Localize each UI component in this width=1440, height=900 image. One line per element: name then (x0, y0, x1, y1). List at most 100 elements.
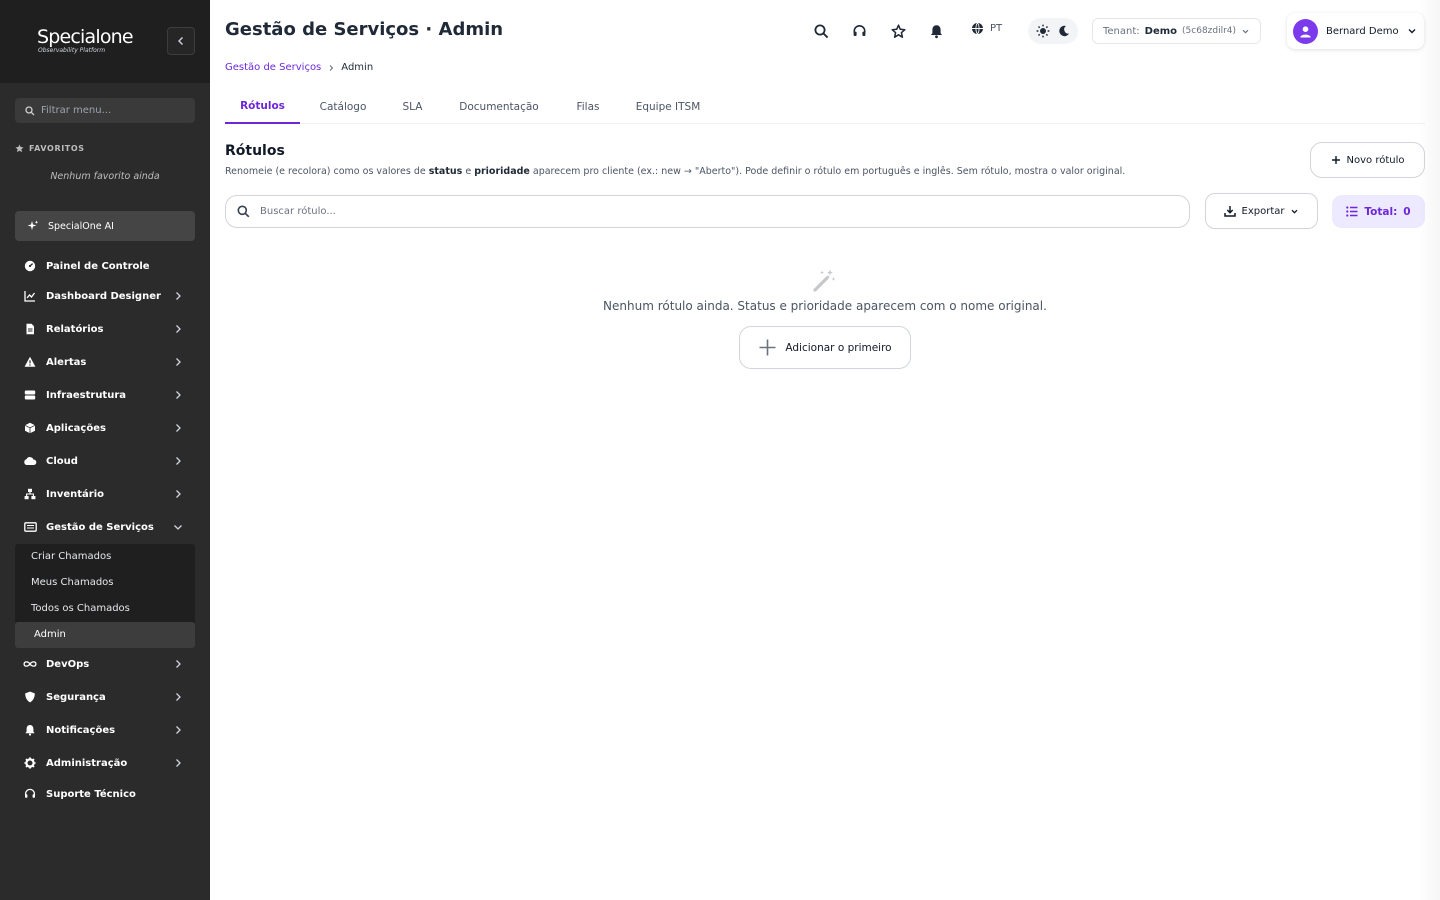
sidebar: Specialone Observability Platform FAVORI… (0, 0, 210, 900)
nav-label: Suporte Técnico (46, 788, 136, 800)
nav-item-aplicacoes[interactable]: Aplicações (15, 416, 195, 440)
favorites-title-label: FAVORITOS (29, 144, 85, 153)
nav-item-gestao-de-servicos[interactable]: Gestão de Serviços (15, 515, 195, 539)
nav-item-dashboard-designer[interactable]: Dashboard Designer (15, 284, 195, 308)
nav-label: Cloud (46, 455, 78, 467)
desc-priority: prioridade (474, 166, 530, 177)
theme-toggle[interactable] (1028, 18, 1078, 44)
tab-filas[interactable]: Filas (568, 90, 608, 124)
list-icon (1346, 206, 1358, 217)
nav-label: Administração (46, 757, 128, 769)
nav-label: Infraestrutura (46, 389, 127, 401)
server-icon (23, 388, 37, 402)
nav-item-inventario[interactable]: Inventário (15, 482, 195, 506)
tab-bar: Rótulos Catálogo SLA Documentação Filas … (225, 90, 1425, 124)
chevron-down-icon (1242, 29, 1249, 34)
chart-line-icon (23, 289, 37, 303)
nav-label: Alertas (46, 356, 87, 368)
brand-logo[interactable]: Specialone Observability Platform (37, 27, 134, 54)
tenant-id: (5c68zdilr4) (1182, 26, 1237, 36)
nav-label: Relatórios (46, 323, 104, 335)
nav-item-suporte-tecnico[interactable]: Suporte Técnico (15, 782, 195, 806)
chevron-right-icon (329, 64, 334, 71)
ai-label: SpecialOne AI (48, 220, 114, 232)
nav-label: Notificações (46, 724, 116, 736)
tab-catalogo[interactable]: Catálogo (309, 90, 377, 124)
magic-wand-icon (812, 268, 837, 297)
nav-label: Gestão de Serviços (46, 521, 154, 533)
tab-documentacao[interactable]: Documentação (450, 90, 548, 124)
submenu-item-todos-os-chamados[interactable]: Todos os Chamados (31, 603, 130, 614)
nav-item-notificacoes[interactable]: Notificações (15, 718, 195, 742)
label-search-input[interactable] (260, 206, 1160, 217)
breadcrumb-current: Admin (341, 62, 374, 73)
tab-rotulos[interactable]: Rótulos (225, 90, 300, 124)
favorites-empty-text: Nenhum favorito ainda (50, 171, 160, 182)
export-label: Exportar (1241, 205, 1285, 217)
total-count-badge: Total: 0 (1332, 195, 1425, 228)
user-menu-button[interactable]: Bernard Demo (1287, 13, 1424, 49)
nav-item-cloud[interactable]: Cloud (15, 449, 195, 473)
language-label: PT (990, 23, 1003, 34)
add-first-label-button[interactable]: Adicionar o primeiro (739, 326, 911, 369)
desc-part: e (462, 166, 475, 177)
sitemap-icon (23, 487, 37, 501)
desc-status: status (428, 166, 463, 177)
specialone-ai-button[interactable]: SpecialOne AI (15, 211, 195, 241)
collapse-sidebar-button[interactable] (167, 27, 195, 55)
chevron-right-icon (176, 759, 181, 767)
brand-tagline: Observability Platform (38, 47, 106, 54)
nav-item-infraestrutura[interactable]: Infraestrutura (15, 383, 195, 407)
search-icon[interactable] (812, 22, 830, 40)
tenant-selector[interactable]: Tenant: Demo (5c68zdilr4) (1092, 18, 1262, 44)
avatar (1293, 18, 1318, 44)
chevron-right-icon (176, 490, 181, 498)
bell-icon[interactable] (927, 22, 945, 40)
nav-item-alertas[interactable]: Alertas (15, 350, 195, 374)
chevron-right-icon (176, 358, 181, 366)
nav-item-relatorios[interactable]: Relatórios (15, 317, 195, 341)
chevron-right-icon (176, 726, 181, 734)
submenu-item-admin[interactable]: Admin (34, 629, 66, 640)
moon-icon[interactable] (1058, 25, 1070, 37)
chevron-right-icon (176, 292, 181, 300)
new-label-button[interactable]: Novo rótulo (1310, 142, 1425, 178)
headset-icon[interactable] (850, 22, 868, 40)
tab-sla[interactable]: SLA (395, 90, 430, 124)
export-button[interactable]: Exportar (1205, 193, 1318, 229)
section-description: Renomeie (e recolora) como os valores de… (225, 166, 1125, 177)
file-icon (23, 322, 37, 336)
menu-filter-input[interactable] (41, 105, 181, 116)
chevron-right-icon (176, 660, 181, 668)
breadcrumb-link-gestao[interactable]: Gestão de Serviços (225, 62, 321, 73)
star-icon[interactable] (889, 22, 907, 40)
submenu-item-meus-chamados[interactable]: Meus Chamados (31, 577, 114, 588)
globe-icon (972, 22, 983, 35)
user-icon (1300, 25, 1311, 37)
desc-part: aparecem pro cliente (ex.: new → "Aberto… (529, 166, 1126, 177)
chevron-right-icon (176, 391, 181, 399)
label-search-field[interactable] (225, 195, 1190, 228)
chevron-right-icon (176, 457, 181, 465)
chevron-right-icon (176, 693, 181, 701)
language-selector[interactable]: PT (971, 22, 1002, 35)
nav-item-administracao[interactable]: Administração (15, 751, 195, 775)
search-icon (237, 205, 250, 218)
nav-item-devops[interactable]: DevOps (15, 652, 195, 676)
submenu-item-criar-chamados[interactable]: Criar Chamados (31, 551, 111, 562)
star-icon (15, 144, 24, 153)
empty-state-message: Nenhum rótulo ainda. Status e prioridade… (603, 299, 1047, 313)
sun-icon[interactable] (1036, 24, 1050, 38)
menu-filter-field[interactable] (15, 98, 195, 123)
tab-equipe-itsm[interactable]: Equipe ITSM (628, 90, 708, 124)
chevron-right-icon (176, 325, 181, 333)
plus-icon (1331, 156, 1340, 164)
page-title: Gestão de Serviços · Admin (225, 19, 504, 40)
chevron-down-icon (1292, 209, 1298, 214)
nav-label: Aplicações (46, 422, 106, 434)
sparkle-icon (27, 220, 39, 230)
section-title: Rótulos (225, 143, 285, 159)
favorites-title: FAVORITOS (15, 144, 85, 153)
nav-item-seguranca[interactable]: Segurança (15, 685, 195, 709)
nav-item-painel-de-controle[interactable]: Painel de Controle (15, 254, 195, 278)
